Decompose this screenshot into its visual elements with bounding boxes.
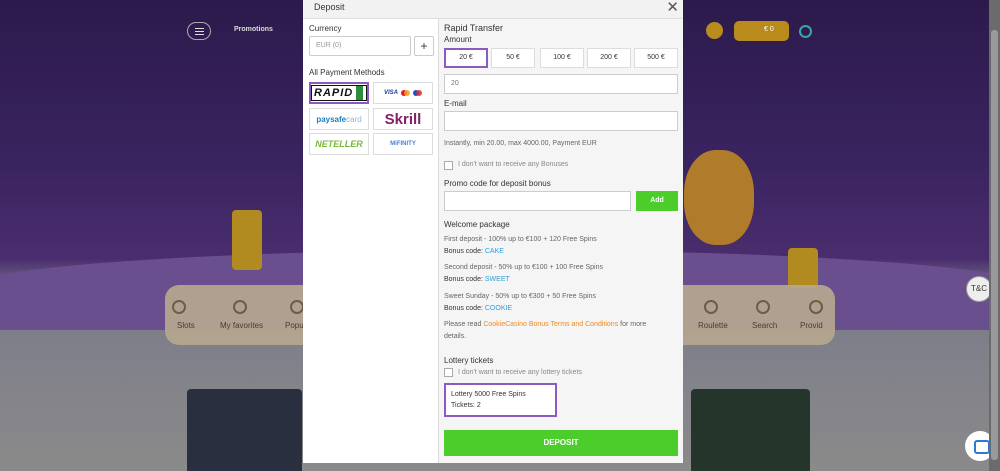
terms-link[interactable]: CookieCasino Bonus Terms and Conditions [483,321,618,328]
email-label: E-mail [444,99,467,108]
globe-icon[interactable] [799,25,812,38]
mastercard-icon [401,90,410,96]
amount-option-100[interactable]: 100 € [540,48,584,68]
promo-code-input[interactable] [444,191,631,211]
lottery-ticket-card[interactable]: Lottery 5000 Free Spins Tickets: 2 [444,383,557,417]
bonus-code-cake[interactable]: CAKE [485,248,504,255]
game-card[interactable] [691,389,810,471]
no-lottery-label: I don't want to receive any lottery tick… [458,369,582,376]
email-input[interactable] [444,111,678,131]
payment-method-paysafecard[interactable]: paysafecard [309,108,369,130]
bonus-code-line: Bonus code: SWEET [444,276,510,283]
lottery-name: Lottery 5000 Free Spins [451,391,526,398]
amount-option-200[interactable]: 200 € [587,48,631,68]
cookie-mascot [684,150,754,245]
paysafecard-logo: paysafecard [316,114,362,124]
amount-input[interactable]: 20 [444,74,678,94]
skrill-logo: Skrill [384,110,422,128]
deposit-modal: Deposit ✕ Currency EUR (0) + All Payment… [303,0,683,463]
menu-item-providers[interactable]: Provid [800,321,823,330]
modal-title: Deposit [314,2,345,12]
bonus-code-sweet[interactable]: SWEET [485,276,510,283]
payment-methods-panel: Currency EUR (0) + All Payment Methods R… [303,19,439,463]
promo-label: Promo code for deposit bonus [444,179,551,188]
payment-method-mifinity[interactable]: MiFINITY [373,133,433,155]
menu-item-roulette[interactable]: Roulette [698,321,728,330]
deposit-button[interactable]: DEPOSIT [444,430,678,456]
lottery-title: Lottery tickets [444,356,494,365]
modal-header: Deposit ✕ [303,0,683,19]
deposit-form: Rapid Transfer Amount 20 € 50 € 100 € 20… [439,19,683,463]
payment-method-rapid[interactable]: RAPID [309,82,369,104]
coins-decoration [788,248,818,288]
bonus-description: First deposit - 100% up to €100 + 120 Fr… [444,236,597,243]
mifinity-logo: MiFINITY [390,141,416,147]
coins-decoration [232,210,262,270]
heart-icon [233,300,247,314]
rapid-logo: RAPID [311,85,367,101]
bonus-code-line: Bonus code: CAKE [444,248,504,255]
bonus-code-cookie[interactable]: COOKIE [485,305,512,312]
menu-item-search[interactable]: Search [752,321,777,330]
payment-method-neteller[interactable]: NETELLER [309,133,369,155]
no-bonus-label: I don't want to receive any Bonuses [458,161,569,168]
roulette-icon [704,300,718,314]
no-lottery-checkbox[interactable] [444,368,453,377]
terms-notice-cont: details. [444,333,467,340]
neteller-logo: NETELLER [315,139,363,149]
lottery-tickets: Tickets: 2 [451,402,481,409]
payment-method-skrill[interactable]: Skrill [373,108,433,130]
amount-option-500[interactable]: 500 € [634,48,678,68]
close-icon[interactable]: ✕ [666,0,679,15]
add-currency-button[interactable]: + [414,36,434,56]
currency-select[interactable]: EUR (0) [309,36,411,56]
visa-logo: VISA [383,90,398,96]
welcome-package-title: Welcome package [444,220,510,229]
maestro-icon [413,90,422,96]
bonus-description: Sweet Sunday - 50% up to €300 + 50 Free … [444,293,596,300]
game-card[interactable] [187,389,302,471]
limits-text: Instantly, min 20.00, max 4000.00, Payme… [444,140,597,147]
hamburger-menu-button[interactable] [187,22,211,40]
slots-icon [172,300,186,314]
account-balance-button[interactable]: € 0 [734,21,789,41]
method-title: Rapid Transfer [444,23,504,33]
card-logos: VISA [384,90,422,96]
menu-item-favorites[interactable]: My favorites [220,321,263,330]
bell-icon[interactable] [706,22,723,39]
promotions-link[interactable]: Promotions [234,26,273,33]
no-bonus-checkbox[interactable] [444,161,453,170]
search-icon [756,300,770,314]
star-icon [290,300,304,314]
add-promo-button[interactable]: Add [636,191,678,211]
filter-icon [809,300,823,314]
amount-option-20[interactable]: 20 € [444,48,488,68]
terms-notice: Please read CookieCasino Bonus Terms and… [444,321,647,328]
bonus-code-line: Bonus code: COOKIE [444,305,513,312]
amount-label: Amount [444,35,472,44]
currency-label: Currency [309,24,342,33]
menu-item-slots[interactable]: Slots [177,321,195,330]
amount-option-50[interactable]: 50 € [491,48,535,68]
payment-methods-label: All Payment Methods [309,68,385,77]
bonus-description: Second deposit - 50% up to €100 + 100 Fr… [444,264,603,271]
page-scrollbar[interactable] [989,0,1000,471]
payment-method-cards[interactable]: VISA [373,82,433,104]
menu-item-popular[interactable]: Popu [285,321,304,330]
